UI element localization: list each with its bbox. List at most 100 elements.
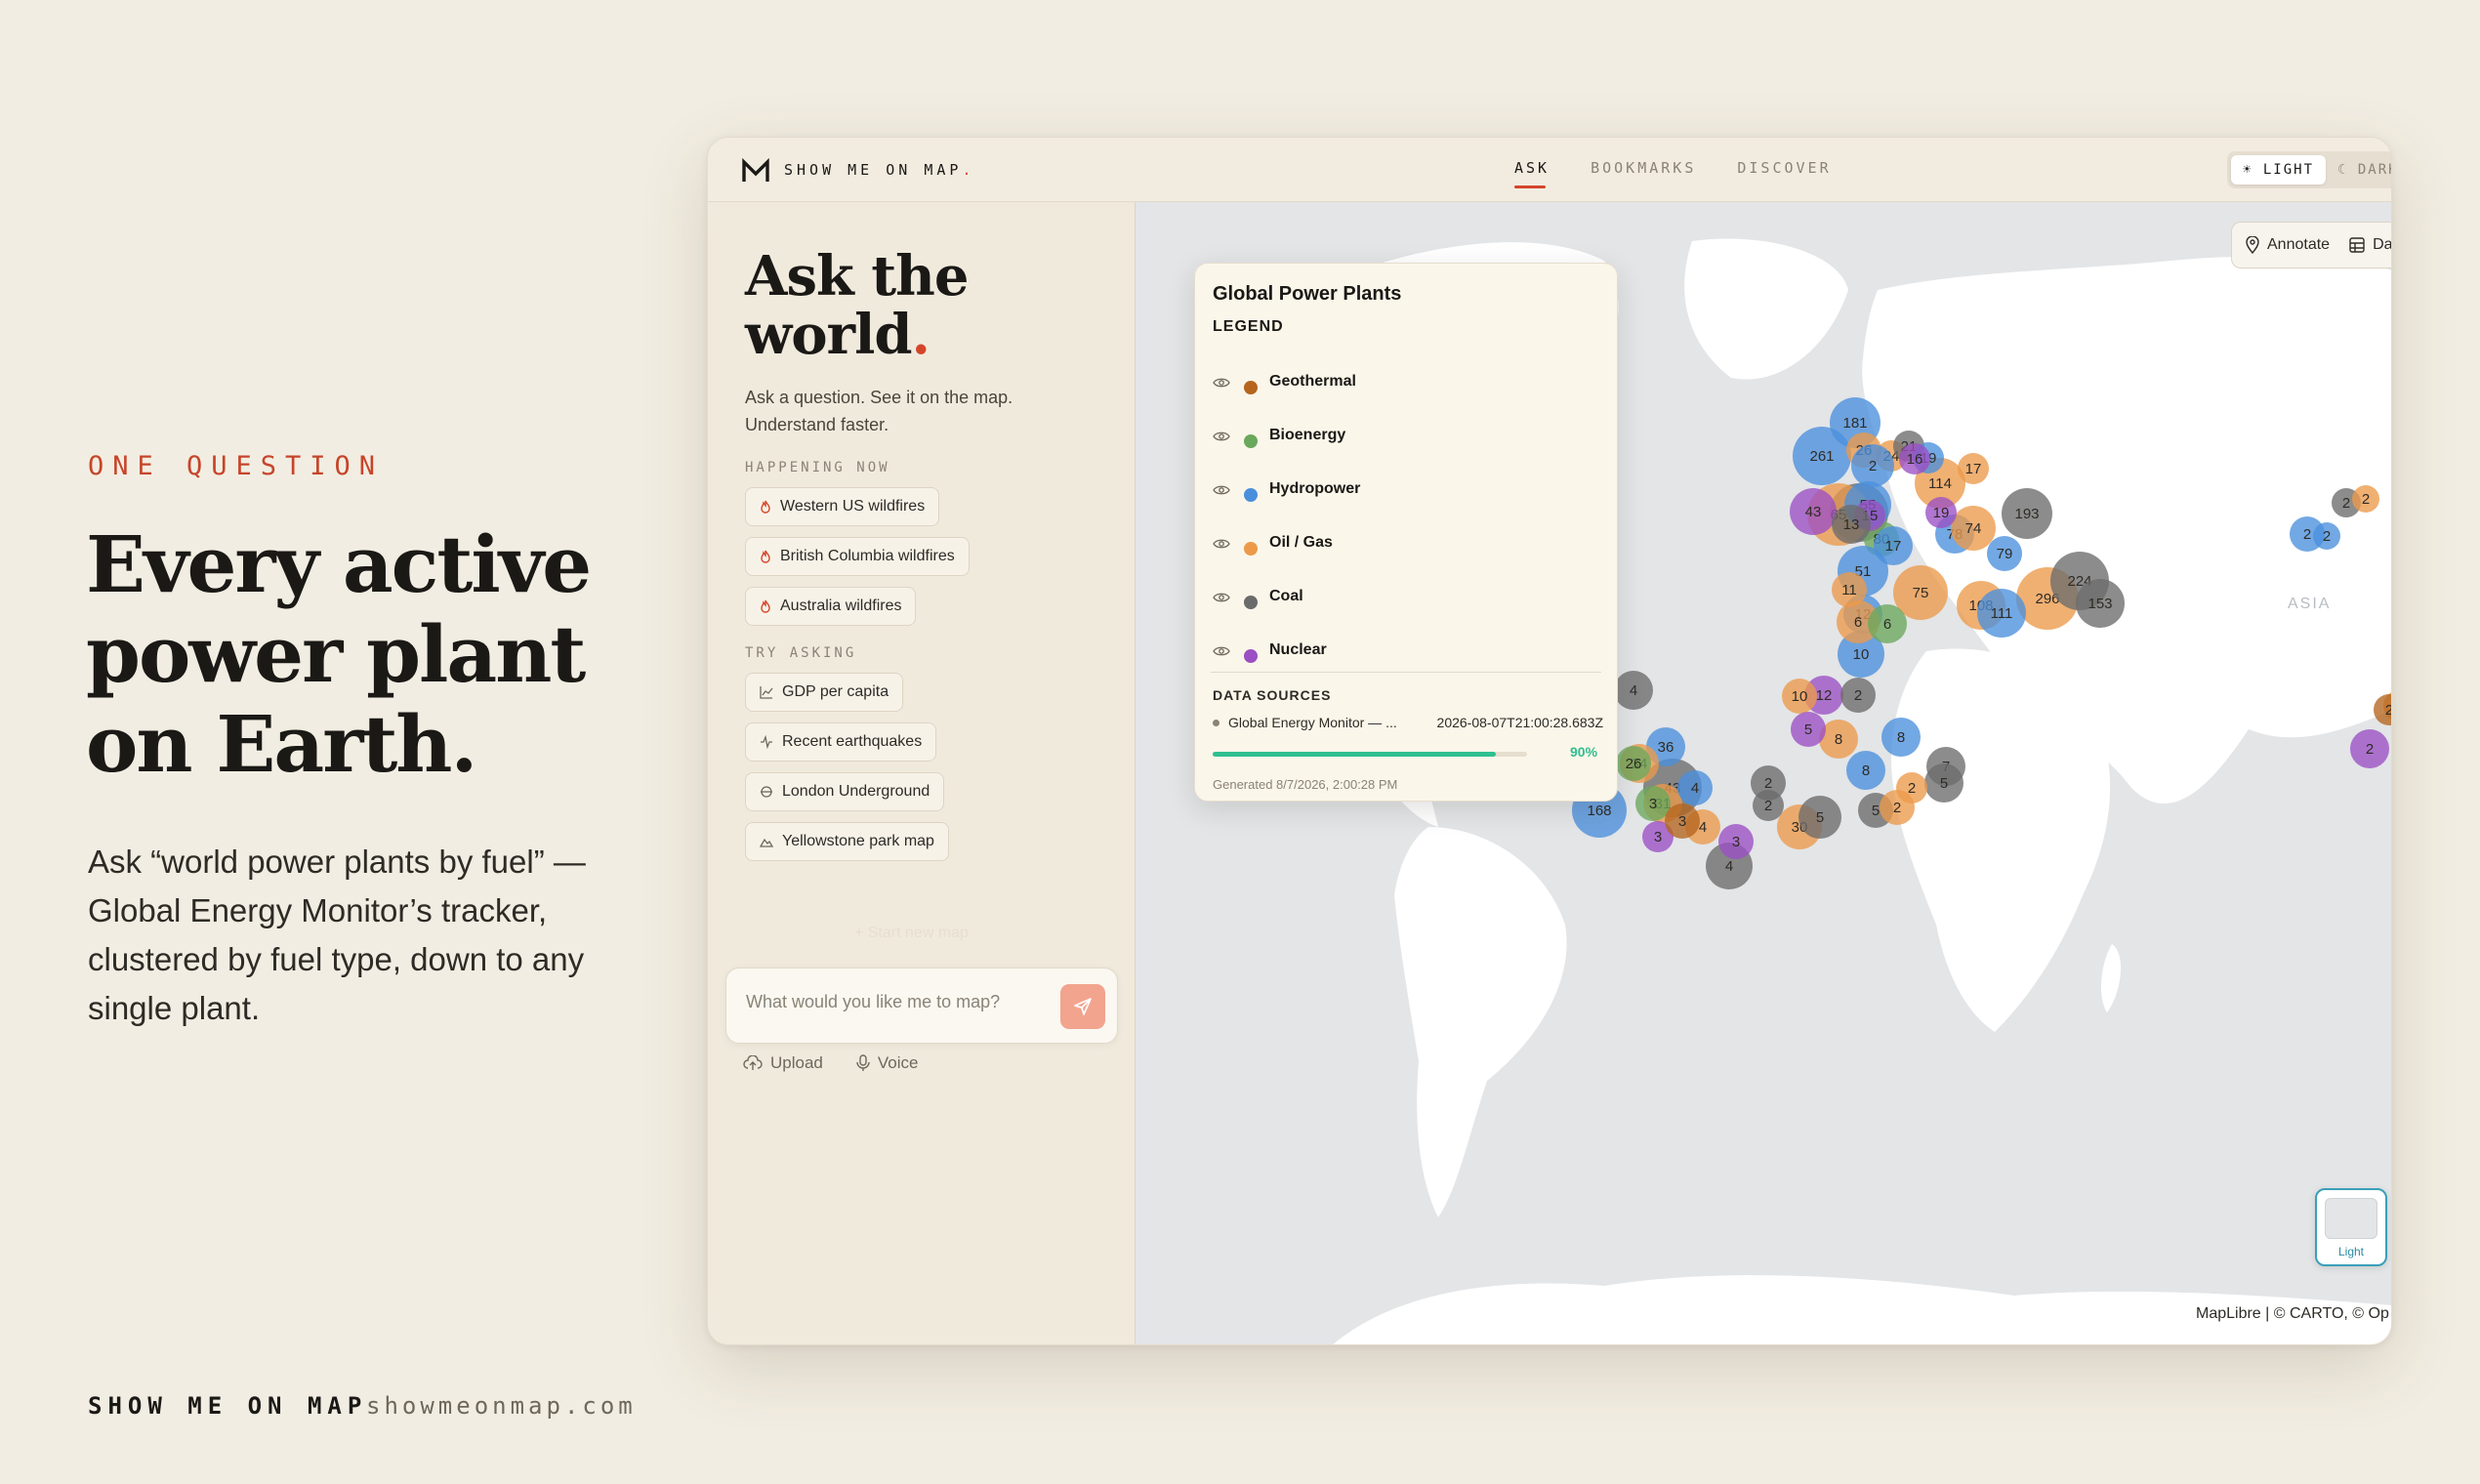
eye-icon[interactable] — [1213, 376, 1230, 393]
cluster-marker[interactable]: 8 — [1881, 718, 1921, 757]
tab-ask[interactable]: ASK — [1514, 159, 1550, 188]
mountain-icon — [760, 838, 773, 847]
chip-gdp-per-capita[interactable]: GDP per capita — [745, 673, 904, 712]
cluster-marker[interactable]: 4 — [1614, 671, 1653, 710]
footer-url[interactable]: showmeonmap.com — [366, 1392, 637, 1420]
cluster-marker[interactable]: 74 — [1951, 506, 1996, 551]
cluster-marker[interactable]: 153 — [2076, 579, 2125, 628]
try-asking-label: TRY ASKING — [745, 645, 857, 661]
cluster-marker[interactable]: 111 — [1977, 589, 2026, 638]
cluster-marker[interactable]: 8 — [1846, 751, 1885, 790]
legend-label: Geothermal — [1269, 372, 1356, 390]
flame-icon — [761, 550, 770, 563]
map-pin-icon — [2246, 236, 2259, 254]
chip-western-us-wildfires[interactable]: Western US wildfires — [745, 487, 940, 526]
logo-icon[interactable] — [741, 158, 770, 184]
progress-bar — [1213, 752, 1527, 757]
chip-recent-earthquakes[interactable]: Recent earthquakes — [745, 722, 937, 762]
tab-bookmarks[interactable]: BOOKMARKS — [1591, 159, 1696, 188]
cluster-marker[interactable]: 261 — [1793, 427, 1851, 485]
data-table-button[interactable]: Data — [2349, 236, 2391, 254]
chip-australia-wildfires[interactable]: Australia wildfires — [745, 587, 917, 626]
footer-brand: SHOW ME ON MAP — [88, 1392, 368, 1420]
source-bullet — [1213, 719, 1219, 726]
annotate-button[interactable]: Annotate — [2246, 236, 2330, 254]
title-word: world — [745, 303, 912, 367]
cluster-marker[interactable]: 13 — [1832, 505, 1871, 544]
cluster-count: 111 — [1991, 605, 2013, 622]
prompt-input[interactable] — [746, 992, 1049, 1012]
cluster-marker[interactable]: 3 — [1718, 824, 1754, 859]
cluster-marker[interactable]: 5 — [1798, 796, 1841, 839]
legend-label: Nuclear — [1269, 640, 1327, 658]
cluster-marker[interactable]: 5 — [1924, 763, 1963, 803]
cluster-count: 17 — [1965, 461, 1982, 477]
cluster-marker[interactable]: 79 — [1987, 536, 2022, 571]
chip-london-underground[interactable]: London Underground — [745, 772, 945, 811]
cluster-marker[interactable]: 19 — [1925, 497, 1957, 528]
logo-wordmark: SHOW ME ON MAP — [784, 161, 963, 179]
cluster-count: 12 — [1816, 687, 1833, 704]
legend-divider — [1211, 672, 1601, 673]
cluster-marker[interactable]: 10 — [1782, 679, 1817, 714]
cluster-marker[interactable]: 16 — [1899, 443, 1930, 474]
cluster-marker[interactable]: 2 — [1851, 444, 1894, 487]
theme-dark-button[interactable]: ☾ DARK — [2326, 155, 2391, 185]
chip-british-columbia-wildfires[interactable]: British Columbia wildfires — [745, 537, 970, 576]
cluster-marker[interactable]: 17 — [1874, 526, 1913, 565]
voice-button[interactable]: Voice — [856, 1053, 918, 1073]
cluster-marker[interactable]: 4 — [1677, 770, 1713, 805]
cluster-marker[interactable]: 17 — [1958, 453, 1989, 484]
cluster-marker[interactable]: 2 — [2350, 729, 2389, 768]
tab-discover[interactable]: DISCOVER — [1737, 159, 1831, 188]
happening-now-list: Western US wildfires British Columbia wi… — [745, 487, 970, 637]
send-button[interactable] — [1060, 984, 1105, 1029]
cluster-marker[interactable]: 2 — [2313, 522, 2340, 550]
cluster-marker[interactable]: 193 — [2002, 488, 2052, 539]
cluster-marker[interactable]: 3 — [1665, 804, 1700, 839]
activity-icon — [761, 735, 772, 749]
logo-text[interactable]: SHOW ME ON MAP. — [784, 161, 974, 179]
cluster-marker[interactable]: 5 — [1791, 712, 1826, 747]
cluster-count: 6 — [1883, 616, 1891, 633]
legend-swatch — [1244, 541, 1258, 556]
eye-icon[interactable] — [1213, 644, 1230, 662]
eye-icon[interactable] — [1213, 483, 1230, 501]
cluster-marker[interactable]: 3 — [1635, 786, 1671, 821]
land-greenland — [1684, 238, 1848, 380]
map-style-switcher[interactable]: Light — [2315, 1188, 2387, 1266]
cluster-marker[interactable]: 43 — [1790, 488, 1837, 535]
top-bar: SHOW ME ON MAP. ASK BOOKMARKS DISCOVER ☀… — [708, 138, 2391, 202]
eye-icon[interactable] — [1213, 591, 1230, 608]
eye-icon[interactable] — [1213, 430, 1230, 447]
table-icon — [2349, 237, 2365, 253]
cluster-count: 4 — [1699, 819, 1707, 836]
upload-button[interactable]: Upload — [743, 1053, 823, 1073]
chip-yellowstone-park-map[interactable]: Yellowstone park map — [745, 822, 949, 861]
cluster-marker[interactable]: 26 — [1616, 746, 1651, 781]
start-new-map-button[interactable]: + Start new map — [854, 925, 969, 942]
legend-label: Coal — [1269, 587, 1303, 604]
cluster-count: 153 — [2087, 596, 2112, 612]
happening-now-label: HAPPENING NOW — [745, 460, 890, 475]
chip-label: British Columbia wildfires — [780, 548, 955, 564]
cluster-count: 8 — [1897, 729, 1905, 746]
cluster-marker[interactable]: 2 — [1896, 772, 1927, 804]
cluster-count: 5 — [1872, 803, 1880, 819]
eye-icon[interactable] — [1213, 537, 1230, 555]
logo-dot: . — [962, 161, 975, 179]
legend-swatch — [1244, 433, 1258, 448]
cluster-count: 5 — [1940, 775, 1948, 792]
map-view[interactable]: ASIA 18126117111419316829622415310811179… — [1136, 202, 2391, 1344]
legend-label: Hydropower — [1269, 479, 1361, 497]
cluster-marker[interactable]: 2 — [1840, 678, 1876, 713]
legend-swatch — [1244, 487, 1258, 502]
cluster-count: 2 — [2342, 495, 2350, 512]
cluster-marker[interactable]: 6 — [1868, 604, 1907, 643]
theme-light-button[interactable]: ☀ LIGHT — [2231, 155, 2327, 185]
progress-fill — [1213, 752, 1496, 757]
cluster-count: 26 — [1626, 756, 1642, 772]
cluster-marker[interactable]: 2 — [2352, 485, 2379, 513]
data-source-row[interactable]: Global Energy Monitor — ... 2026-08-07T2… — [1213, 715, 1603, 730]
cluster-marker[interactable]: 2 — [1753, 790, 1784, 821]
